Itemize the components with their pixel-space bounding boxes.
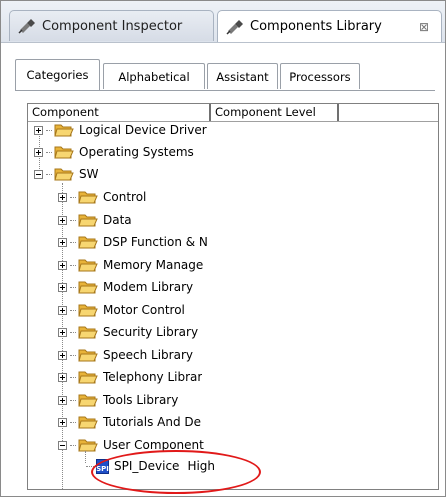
tree-node[interactable]: Control — [58, 186, 208, 208]
tree-node-label: Tutorials And De — [103, 415, 202, 429]
folder-icon — [54, 146, 74, 159]
tree-node-label: Motor Control — [103, 303, 185, 317]
expand-icon[interactable] — [58, 395, 67, 405]
expand-icon[interactable] — [58, 372, 67, 382]
folder-icon — [78, 236, 98, 249]
folder-icon — [78, 304, 98, 317]
folder-icon — [54, 168, 74, 181]
tree-node[interactable]: Speech Library — [58, 344, 208, 366]
folder-icon — [78, 326, 98, 339]
expand-icon[interactable] — [58, 417, 67, 427]
folder-icon — [78, 371, 98, 384]
tree-node[interactable]: Data — [58, 209, 208, 231]
expand-icon[interactable] — [58, 237, 67, 247]
tree-node-label: Operating Systems — [79, 145, 194, 159]
tree-node-label: Memory Manage — [103, 258, 204, 272]
folder-icon — [78, 416, 98, 429]
expand-icon[interactable] — [58, 260, 67, 270]
expand-icon[interactable] — [58, 192, 67, 202]
plug-icon — [226, 19, 244, 35]
view-tab-bar: Component Inspector Components Library ⊠ — [1, 1, 445, 43]
expand-icon[interactable] — [58, 305, 67, 315]
tab-processors[interactable]: Processors — [280, 63, 360, 89]
tree-node[interactable]: Motor Control — [58, 299, 208, 321]
tree-node-label: DSP Function & N — [103, 235, 208, 249]
tree-node[interactable]: DSP Function & N — [58, 231, 208, 253]
component-tree-table[interactable]: Component Component Level Logical Device… — [27, 103, 439, 490]
components-library-panel: Component Inspector Components Library ⊠… — [0, 0, 446, 497]
plug-icon — [18, 18, 36, 34]
tab-label: Components Library — [250, 19, 382, 34]
expand-icon[interactable] — [58, 282, 67, 292]
tab-components-library[interactable]: Components Library ⊠ — [217, 10, 442, 42]
tree-node[interactable]: Modem Library — [58, 276, 208, 298]
tree-node[interactable]: SW — [34, 163, 98, 185]
tab-divider — [15, 90, 435, 91]
expand-icon[interactable] — [58, 350, 67, 360]
tab-label: Component Inspector — [42, 18, 183, 34]
expand-icon[interactable] — [58, 327, 67, 337]
expand-icon[interactable] — [34, 147, 43, 157]
folder-icon — [54, 124, 74, 137]
tree-node[interactable]: Logical Device Driver — [34, 119, 207, 141]
column-header-component-level[interactable]: Component Level — [211, 104, 339, 121]
close-icon[interactable]: ⊠ — [417, 20, 431, 34]
folder-icon — [78, 439, 98, 452]
tree-node-label: Logical Device Driver — [79, 123, 207, 137]
tree-node-label: SW — [79, 167, 99, 181]
tree-node-label: Security Library — [103, 325, 199, 339]
tree-node-label: Telephony Librar — [103, 370, 203, 384]
tree-node[interactable]: Memory Manage — [58, 254, 208, 276]
folder-icon — [78, 349, 98, 362]
tab-alphabetical[interactable]: Alphabetical — [103, 63, 205, 89]
folder-icon — [78, 191, 98, 204]
folder-icon — [78, 214, 98, 227]
highlight-annotation — [91, 450, 261, 494]
category-tabs: Categories Alphabetical Assistant Proces… — [15, 59, 435, 91]
tree-node[interactable]: Security Library — [58, 321, 208, 343]
expand-icon[interactable] — [34, 125, 43, 135]
tab-component-inspector[interactable]: Component Inspector — [9, 10, 214, 41]
tree-node[interactable]: Tools Library — [58, 389, 208, 411]
tree-node-label: Tools Library — [103, 393, 179, 407]
folder-icon — [78, 281, 98, 294]
folder-icon — [78, 394, 98, 407]
collapse-icon[interactable] — [34, 169, 43, 179]
tree-node[interactable]: Operating Systems — [34, 141, 194, 163]
tab-categories[interactable]: Categories — [15, 59, 100, 90]
expand-icon[interactable] — [58, 215, 67, 225]
tree-node-label: Modem Library — [103, 280, 194, 294]
tree-node[interactable]: Telephony Librar — [58, 366, 208, 388]
tree-node-label: Speech Library — [103, 348, 193, 362]
tab-assistant[interactable]: Assistant — [207, 63, 278, 89]
folder-icon — [78, 259, 98, 272]
tree-node-label: Data — [103, 213, 132, 227]
collapse-icon[interactable] — [58, 440, 67, 450]
tree-node-label: Control — [103, 190, 147, 204]
tree-node[interactable]: Tutorials And De — [58, 411, 208, 433]
